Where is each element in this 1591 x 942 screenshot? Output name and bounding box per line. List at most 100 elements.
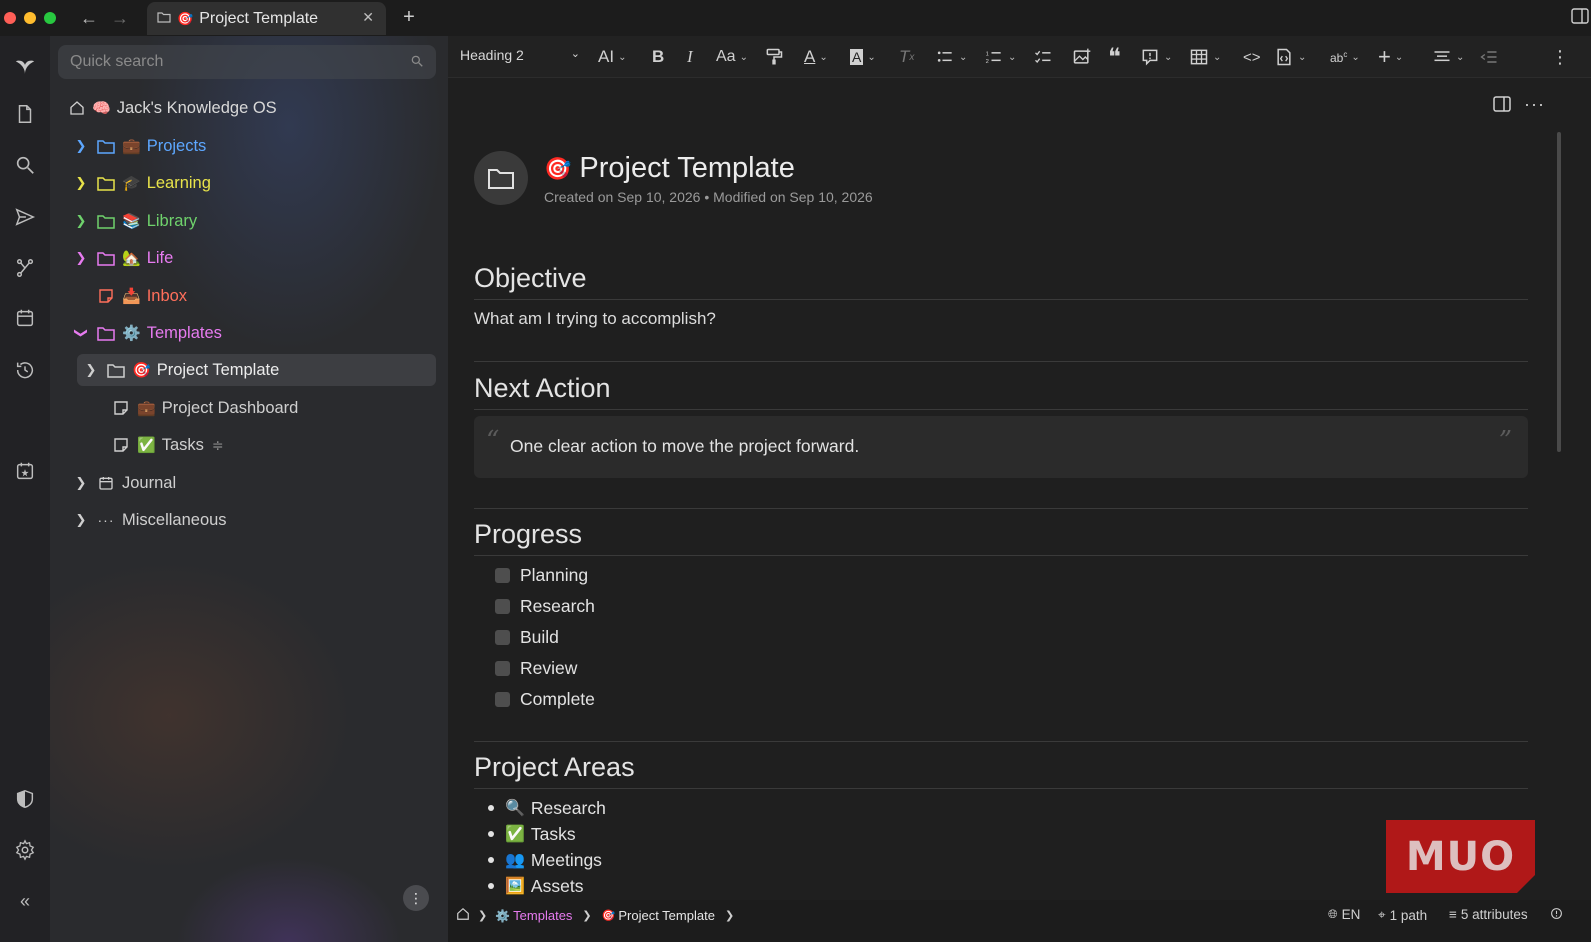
list-item[interactable]: 🔍 Research: [488, 796, 606, 820]
chevron-right-icon[interactable]: ❯: [72, 175, 90, 191]
outdent-icon[interactable]: [1479, 44, 1499, 70]
sidebar-options-button[interactable]: ⋮: [403, 885, 429, 911]
tree-item-project-template[interactable]: ❯ 🎯 Project Template: [77, 354, 436, 386]
app-logo-icon[interactable]: [8, 48, 42, 82]
font-color-button[interactable]: A ⌄: [804, 44, 828, 70]
checklist-item[interactable]: Complete: [495, 687, 595, 711]
list-item[interactable]: ✅ Tasks: [488, 822, 576, 846]
blockquote[interactable]: “ One clear action to move the project f…: [474, 416, 1528, 478]
chevron-right-icon[interactable]: ❯: [72, 213, 90, 229]
heading-progress[interactable]: Progress: [474, 519, 1528, 556]
insert-button[interactable]: + ⌄: [1378, 44, 1403, 70]
italic-icon[interactable]: I: [687, 44, 693, 70]
note-menu-icon[interactable]: ···: [1524, 94, 1545, 115]
chevron-right-icon[interactable]: ❯: [72, 512, 90, 528]
tree-item-inbox[interactable]: 📥 Inbox: [72, 280, 432, 312]
numbered-list-button[interactable]: 1 2 ⌄: [984, 44, 1017, 70]
heading-style-select[interactable]: Heading 2 ⌄: [460, 47, 580, 63]
checkbox[interactable]: [495, 691, 510, 707]
tree-emoji: 💼: [137, 400, 156, 417]
admonition-button[interactable]: ⌄: [1140, 44, 1172, 70]
heading-project-areas[interactable]: Project Areas: [474, 752, 1528, 789]
folder-icon[interactable]: [474, 151, 528, 205]
text-case-button[interactable]: Aa ⌄: [716, 44, 748, 70]
tree-item-tasks[interactable]: ✅ Tasks ≑: [87, 429, 427, 461]
code-icon[interactable]: <>: [1243, 44, 1261, 70]
text-size-button[interactable]: AI ⌄: [598, 44, 626, 70]
new-tab-button[interactable]: +: [397, 6, 421, 29]
list-item[interactable]: 👥 Meetings: [488, 848, 602, 872]
send-icon[interactable]: [8, 200, 42, 234]
checkbox[interactable]: [495, 567, 510, 583]
chevron-down-icon[interactable]: ❯: [73, 324, 89, 342]
scrollbar[interactable]: [1557, 132, 1561, 452]
chevron-right-icon[interactable]: ❯: [72, 475, 90, 491]
format-painter-icon[interactable]: [764, 44, 784, 70]
tree-item-learning[interactable]: ❯ 🎓 Learning: [72, 167, 432, 199]
tree-item-miscellaneous[interactable]: ❯ ··· Miscellaneous: [72, 504, 432, 536]
chevron-right-icon[interactable]: ❯: [82, 362, 100, 378]
tree-item-project-dashboard[interactable]: 💼 Project Dashboard: [87, 392, 427, 424]
table-button[interactable]: ⌄: [1189, 44, 1221, 70]
maximize-window-button[interactable]: [44, 12, 56, 24]
note-map-icon[interactable]: [8, 251, 42, 285]
heading-next-action[interactable]: Next Action: [474, 373, 1528, 410]
tree-item-life[interactable]: ❯ 🏡 Life: [72, 242, 432, 274]
history-icon[interactable]: [8, 353, 42, 387]
split-view-icon[interactable]: [1493, 96, 1513, 114]
checklist-item[interactable]: Planning: [495, 563, 588, 587]
bold-icon[interactable]: B: [652, 44, 664, 70]
checklist-item[interactable]: Research: [495, 594, 595, 618]
today-calendar-icon[interactable]: [8, 454, 42, 488]
note-attributes[interactable]: ≡ 5 attributes: [1449, 907, 1528, 922]
gear-icon[interactable]: [8, 833, 42, 867]
note-title[interactable]: 🎯 Project Template: [544, 152, 795, 185]
chevron-right-icon[interactable]: ❯: [725, 909, 734, 922]
chevron-right-icon[interactable]: ❯: [72, 138, 90, 154]
note-paths[interactable]: ⌖ 1 path: [1378, 907, 1427, 923]
highlight-color-button[interactable]: A ⌄: [850, 44, 876, 70]
checkbox[interactable]: [495, 660, 510, 676]
list-item[interactable]: 🖼️ Assets: [488, 874, 583, 898]
checklist-item[interactable]: Build: [495, 625, 559, 649]
home-icon[interactable]: [456, 907, 470, 924]
tree-item-templates[interactable]: ❯ ⚙️ Templates: [72, 317, 432, 349]
breadcrumb-templates[interactable]: Templates: [513, 908, 572, 923]
search-input[interactable]: Quick search: [58, 45, 436, 79]
new-note-icon[interactable]: [8, 97, 42, 131]
code-block-button[interactable]: ⌄: [1274, 44, 1306, 70]
close-window-button[interactable]: [4, 12, 16, 24]
minimize-window-button[interactable]: [24, 12, 36, 24]
info-icon[interactable]: [1550, 907, 1563, 920]
tree-root[interactable]: 🧠 Jack's Knowledge OS: [68, 92, 428, 124]
tree-item-projects[interactable]: ❯ 💼 Projects: [72, 130, 432, 162]
shield-icon[interactable]: [8, 782, 42, 816]
tree-item-library[interactable]: ❯ 📚 Library: [72, 205, 432, 237]
breadcrumb-note[interactable]: Project Template: [618, 908, 715, 923]
chevron-right-icon[interactable]: ❯: [72, 250, 90, 266]
back-arrow-icon[interactable]: ←: [77, 6, 101, 30]
search-icon[interactable]: [8, 148, 42, 182]
spell-check-button[interactable]: abc ⌄: [1330, 44, 1360, 70]
panel-toggle-icon[interactable]: [1571, 8, 1591, 26]
tab-project-template[interactable]: 🎯 Project Template ✕: [147, 2, 386, 35]
collapse-sidebar-icon[interactable]: «: [8, 884, 42, 918]
insert-image-icon[interactable]: [1072, 44, 1092, 70]
checkbox[interactable]: [495, 629, 510, 645]
checkbox[interactable]: [495, 598, 510, 614]
checklist-item[interactable]: Review: [495, 656, 577, 680]
bullet-list-button[interactable]: ⌄: [935, 44, 967, 70]
clear-format-icon[interactable]: Tx: [899, 44, 914, 70]
heading-objective[interactable]: Objective: [474, 263, 1528, 300]
language-indicator[interactable]: 🌐︎ EN: [1328, 907, 1360, 922]
forward-arrow-icon[interactable]: →: [108, 6, 132, 30]
tree-item-journal[interactable]: ❯ Journal: [72, 467, 432, 499]
more-options-icon[interactable]: ⋮: [1551, 44, 1569, 70]
checklist-icon[interactable]: [1033, 44, 1053, 70]
calendar-icon[interactable]: [8, 301, 42, 335]
list-emoji: 👥: [505, 852, 525, 869]
objective-text[interactable]: What am I trying to accomplish?: [474, 309, 716, 329]
close-icon[interactable]: ✕: [362, 9, 374, 26]
align-button[interactable]: ⌄: [1432, 44, 1464, 70]
quote-icon[interactable]: ❝: [1108, 43, 1121, 71]
